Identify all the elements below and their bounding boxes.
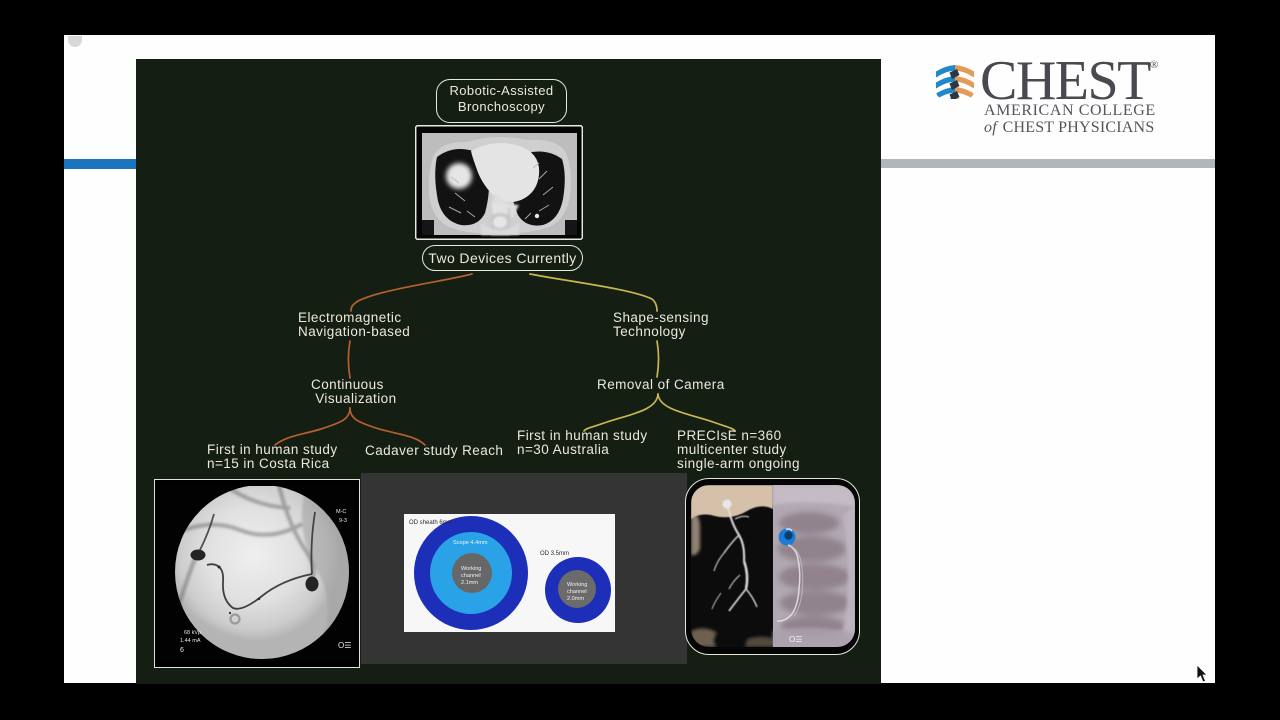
svg-text:O☰: O☰ (338, 641, 351, 650)
svg-text:Scope 4.4mm: Scope 4.4mm (453, 540, 488, 546)
svg-text:M-C: M-C (336, 509, 346, 515)
svg-text:OD 3.5mm: OD 3.5mm (540, 551, 569, 557)
svg-text:Working: Working (567, 582, 587, 588)
svg-text:Working: Working (461, 566, 481, 572)
svg-text:1.44 mA: 1.44 mA (180, 638, 201, 644)
svg-text:68 kVp: 68 kVp (184, 630, 201, 636)
svg-text:2.0mm: 2.0mm (567, 596, 584, 602)
svg-text:6: 6 (180, 647, 184, 654)
svg-text:channel: channel (461, 573, 481, 579)
svg-text:channel: channel (567, 589, 587, 595)
svg-text:2.1mm: 2.1mm (461, 580, 478, 586)
svg-text:O☰: O☰ (789, 635, 802, 644)
svg-text:9-3: 9-3 (339, 518, 347, 524)
svg-text:OD sheath 6mm: OD sheath 6mm (409, 520, 453, 526)
